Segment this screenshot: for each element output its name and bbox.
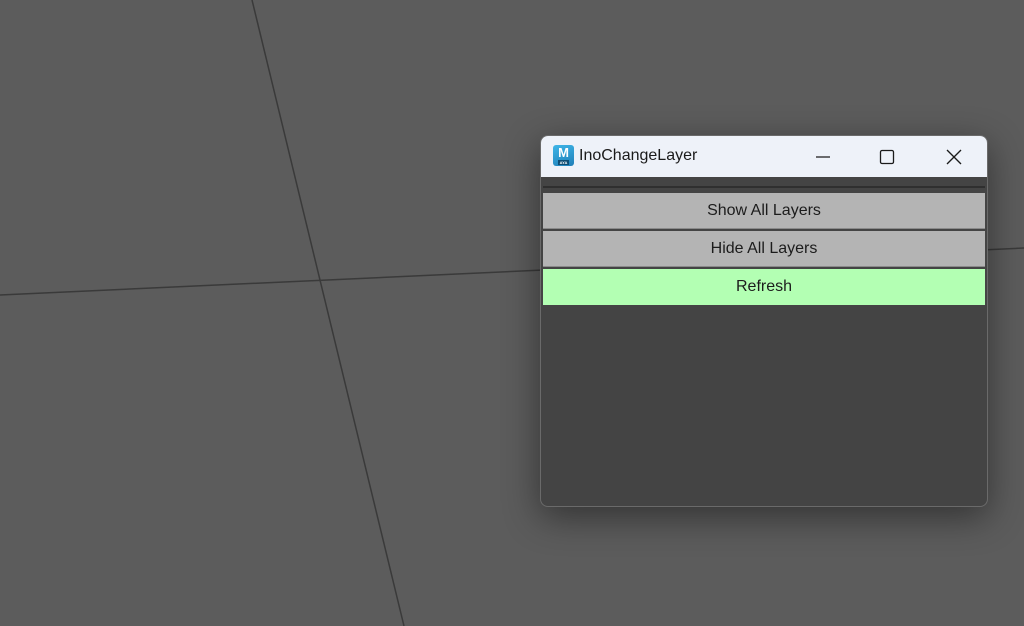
ino-change-layer-window: M AYA InoChangeLayer Show All Layers Hid… (540, 135, 988, 507)
menu-separator (541, 177, 987, 193)
hide-all-layers-button[interactable]: Hide All Layers (543, 231, 985, 267)
separator-line (543, 186, 985, 188)
window-title: InoChangeLayer (579, 147, 698, 164)
app-icon-tag: AYA (558, 160, 569, 165)
show-all-layers-button[interactable]: Show All Layers (543, 193, 985, 229)
minimize-button[interactable] (795, 136, 851, 177)
maya-app-icon: M AYA (553, 145, 574, 166)
maximize-icon (879, 149, 895, 164)
grid-axis-line-vertical (251, 0, 405, 626)
close-icon (946, 149, 962, 164)
maximize-button[interactable] (859, 136, 915, 177)
minimize-icon (816, 155, 830, 158)
close-button[interactable] (926, 136, 982, 177)
app-icon-letter: M (558, 145, 569, 160)
window-titlebar[interactable]: M AYA InoChangeLayer (541, 136, 987, 177)
refresh-button[interactable]: Refresh (543, 269, 985, 305)
